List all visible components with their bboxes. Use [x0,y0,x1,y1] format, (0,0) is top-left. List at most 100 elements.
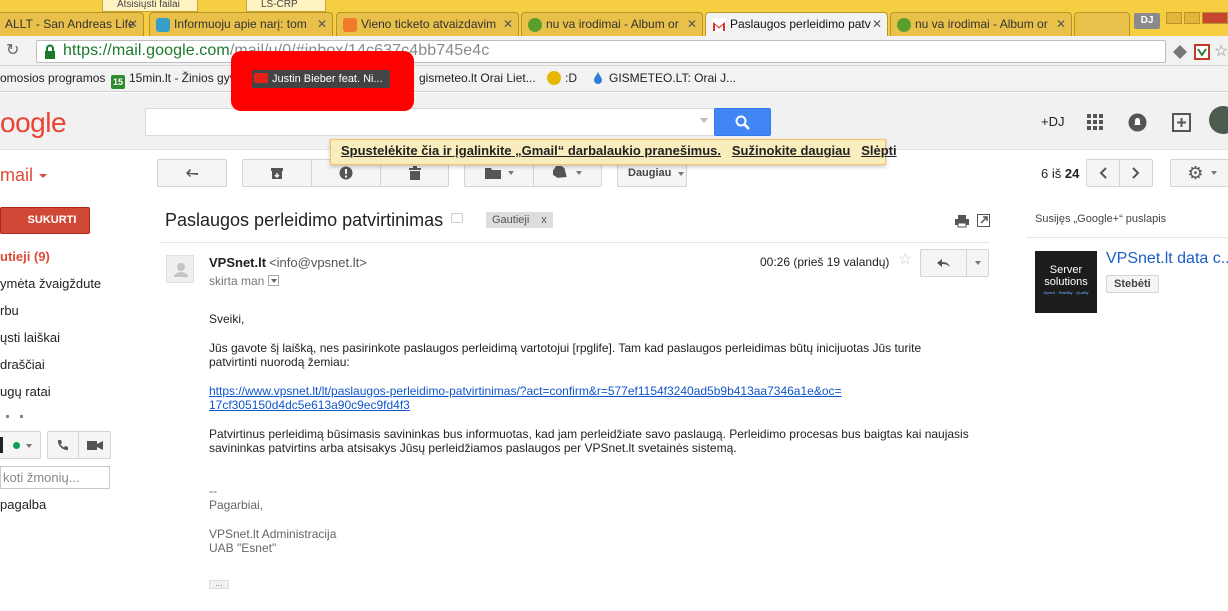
hide-notice-link[interactable]: Slėpti [861,143,896,158]
profile-badge[interactable]: DJ [1134,13,1160,29]
tab-album-2[interactable]: nu va irodimai - Album or ✕ [890,12,1072,36]
back-arrow-icon [158,160,226,186]
reply-button[interactable] [920,249,967,277]
logo-line-1: Server [1049,264,1083,276]
enable-notifications-link[interactable]: Spustelėkite čia ir įgalinkite „Gmail“ d… [341,143,721,158]
bookmark-youtube[interactable]: Justin Bieber feat. Ni... [252,70,390,88]
archive-button[interactable] [242,159,312,187]
tab-label: nu va irodimai - Album or [915,17,1048,31]
avatar[interactable] [1209,106,1228,134]
greeting-text: Sveiki, [209,312,245,326]
extension-diamond-icon[interactable] [1172,44,1188,60]
gmail-menu-label[interactable]: mail [0,165,48,186]
reply-icon [921,250,966,276]
search-button[interactable] [714,108,771,136]
label-chip-text: Gautieji [492,214,530,226]
close-icon[interactable]: ✕ [317,13,327,35]
body-paragraph-1: Jūs gavote šį laišką, nes pasirinkote pa… [209,340,922,370]
ghost-tab-downloads[interactable]: Atsisiųsti failai [102,0,198,12]
tab-gmail-active[interactable]: Paslaugos perleidimo patv ✕ [705,12,888,36]
browser-tabstrip: Atsisiųsti failai LS-CRP ALLT - San Andr… [0,0,1228,36]
older-message-button[interactable] [1119,159,1153,187]
tab-san-andreas[interactable]: ALLT - San Andreas Life ✕ [0,12,144,36]
print-icon[interactable] [955,214,969,228]
reply-more-button[interactable] [966,249,989,277]
tab-label: ALLT - San Andreas Life [5,17,135,31]
close-icon[interactable]: ✕ [687,13,697,35]
sidebar-more-dots[interactable] [0,415,40,419]
close-icon[interactable]: ✕ [503,13,513,35]
ghost-tab-lscrp[interactable]: LS-CRP [246,0,326,12]
gplus-page-name-link[interactable]: VPSnet.lt data c... [1106,250,1228,268]
close-icon[interactable]: ✕ [128,13,138,35]
maximize-button[interactable] [1184,12,1200,24]
show-trimmed-content-button[interactable]: ... [209,579,229,589]
share-plus-icon[interactable] [1172,113,1191,132]
extension-shield-icon[interactable] [1194,44,1210,60]
bookmarks-bar: omosios programos 15 15min.lt - Žinios gy… [0,66,1228,92]
logo-text: oogle [0,107,67,138]
people-search-input[interactable]: koti žmonių... [0,466,110,489]
sender-avatar[interactable] [166,255,194,283]
sidebar-item-starred[interactable]: ymėta žvaigždute [0,276,101,291]
hangouts-status-button[interactable] [0,431,41,459]
back-to-inbox-button[interactable] [157,159,227,187]
sidebar-item-drafts[interactable]: draščiai [0,357,45,372]
remove-label-icon[interactable]: x [541,214,547,226]
google-logo[interactable]: oogle [0,107,67,139]
close-window-button[interactable] [1202,12,1228,24]
chevron-down-icon [576,171,582,175]
settings-button[interactable]: ⚙ [1170,159,1228,187]
search-options-icon[interactable] [700,118,708,123]
new-tab-button[interactable] [1074,12,1130,36]
close-icon[interactable]: ✕ [872,13,882,35]
sidebar-item-circles[interactable]: ugų ratai [0,384,51,399]
follow-button[interactable]: Stebėti [1106,275,1159,293]
sidebar-item-inbox[interactable]: utieji (9) [0,249,50,264]
pager-total: 24 [1064,166,1080,181]
tab-ticket[interactable]: Vieno ticketo atvaizdavim ✕ [336,12,519,36]
bookmark-gismeteo[interactable]: gismeteo.lt Orai Liet... [401,71,536,85]
forum-favicon-icon [156,18,170,32]
call-button[interactable] [47,431,79,459]
bookmark-smiley[interactable]: :D [547,71,577,85]
video-call-button[interactable] [78,431,111,459]
confirm-link-line-2[interactable]: 17cf305150d4dc5e613a90c9ec9fd4f3 [209,398,410,412]
reload-icon[interactable]: ↻ [6,42,24,60]
bookmark-programs[interactable]: omosios programos [0,71,105,85]
sidebar-item-sent[interactable]: ųsti laiškai [0,330,60,345]
bookmark-star-icon[interactable]: ☆ [1214,44,1228,60]
google-plus-user-link[interactable]: +DJ [1041,114,1064,129]
notifications-bell-icon[interactable] [1128,113,1147,132]
open-new-window-icon[interactable] [977,214,991,228]
search-input[interactable] [145,108,715,136]
newer-message-button[interactable] [1086,159,1120,187]
subject-divider [160,242,990,243]
sender-info[interactable]: VPSnet.lt <info@vpsnet.lt> [209,255,367,270]
bookmark-15min[interactable]: 15 15min.lt - Žinios gyv [111,71,236,89]
people-search-placeholder: koti žmonių... [3,470,80,485]
address-bar[interactable]: https://mail.google.com/mail/u/0/#inbox/… [36,40,1166,63]
recipient-info[interactable]: skirta man [209,274,280,288]
confirm-link-line-1[interactable]: https://www.vpsnet.lt/lt/paslaugos-perle… [209,384,842,398]
bookmark-label: GISMETEO.LT: Orai J... [609,71,737,85]
show-details-icon[interactable] [268,275,280,286]
bookmark-label: 15min.lt - Žinios gyv [129,71,236,85]
sidebar-item-important[interactable]: rbu [0,303,19,318]
help-link[interactable]: pagalba [0,497,46,512]
minimize-button[interactable] [1166,12,1182,24]
more-label: Daugiau [628,167,672,179]
apps-grid-icon[interactable] [1086,113,1104,131]
gmail-label-text: mail [0,165,34,185]
hangouts-bar [0,429,112,461]
tab-album-1[interactable]: nu va irodimai - Album or ✕ [521,12,703,36]
close-icon[interactable]: ✕ [1056,13,1066,35]
tab-informuoju[interactable]: Informuoju apie narį: tom ✕ [149,12,333,36]
importance-marker-icon[interactable] [451,213,463,223]
search-icon [735,115,750,130]
bookmark-gismeteo-lt[interactable]: GISMETEO.LT: Orai J... [591,71,736,85]
compose-button[interactable]: SUKURTI [0,207,90,234]
star-icon[interactable]: ☆ [898,252,914,268]
learn-more-link[interactable]: Sužinokite daugiau [732,143,850,158]
page-logo-image[interactable]: Server solutions Speed · Stability · Qua… [1035,251,1097,313]
